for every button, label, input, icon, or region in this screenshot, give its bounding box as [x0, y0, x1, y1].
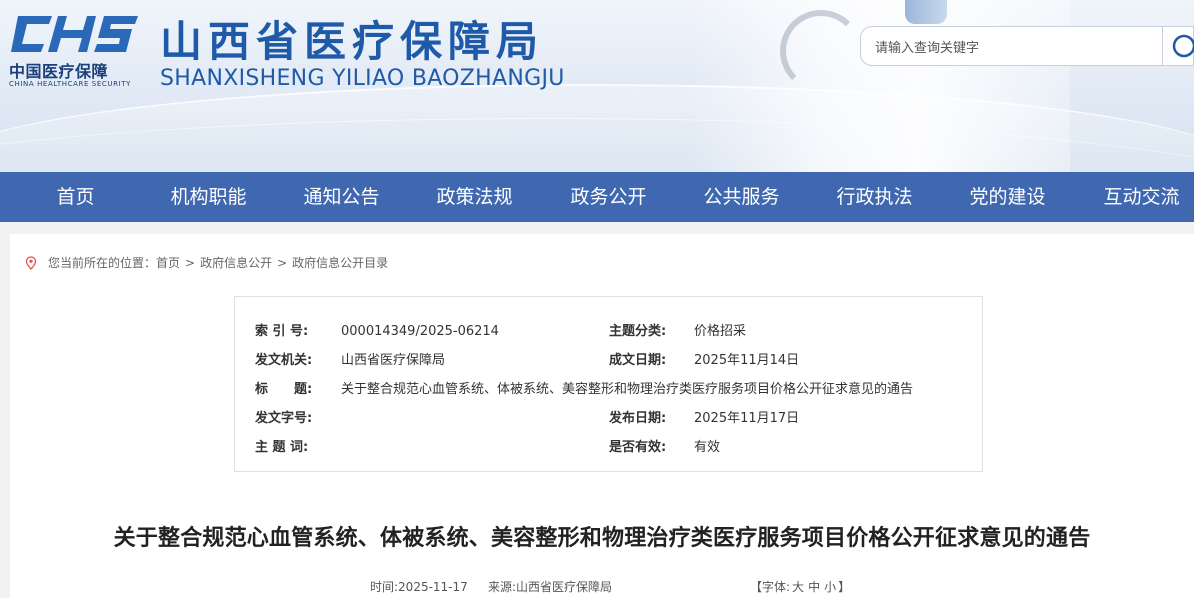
nav-item-party-building[interactable]: 党的建设: [941, 172, 1074, 222]
nav-item-law-enforcement[interactable]: 行政执法: [808, 172, 941, 222]
validity-value: 有效: [694, 440, 721, 455]
breadcrumb-separator: >: [185, 256, 196, 270]
category-value: 价格招采: [694, 324, 747, 339]
search-divider: [1162, 27, 1163, 65]
nav-item-public-service[interactable]: 公共服务: [675, 172, 808, 222]
article-source: 来源:山西省医疗保障局: [488, 580, 613, 594]
breadcrumb: 您当前所在的位置：首页 > 政府信息公开 > 政府信息公开目录: [24, 254, 388, 271]
document-number-label: 发文字号:: [255, 411, 313, 426]
font-size-medium-link[interactable]: 中: [808, 580, 820, 594]
logo-chinese-text: 中国医疗保障: [9, 62, 109, 81]
published-date-value: 2025年11月17日: [694, 411, 800, 426]
meta-row: 主 题 词: 是否有效: 有效: [235, 433, 984, 462]
article-time: 时间:2025-11-17: [370, 580, 468, 594]
document-metadata-table: 索 引 号: 000014349/2025-06214 主题分类: 价格招采 发…: [234, 296, 983, 472]
issuer-value: 山西省医疗保障局: [341, 353, 446, 368]
logo-english-text: CHINA HEALTHCARE SECURITY: [9, 80, 131, 88]
meta-row: 发文字号: 发布日期: 2025年11月17日: [235, 404, 984, 433]
nav-item-functions[interactable]: 机构职能: [142, 172, 275, 222]
category-label: 主题分类:: [609, 324, 667, 339]
validity-label: 是否有效:: [609, 440, 667, 455]
font-size-large-link[interactable]: 大: [792, 580, 804, 594]
location-pin-icon: [25, 256, 37, 270]
meta-row: 发文机关: 山西省医疗保障局 成文日期: 2025年11月14日: [235, 346, 984, 375]
stethoscope-image: [780, 10, 862, 92]
meta-row: 索 引 号: 000014349/2025-06214 主题分类: 价格招采: [235, 317, 984, 346]
chs-logo-icon[interactable]: [8, 12, 140, 56]
pen-image: [905, 0, 947, 24]
published-date-label: 发布日期:: [609, 411, 667, 426]
site-title: 山西省医疗保障局: [160, 17, 545, 66]
created-date-label: 成文日期:: [609, 353, 667, 368]
meta-row: 标 题: 关于整合规范心血管系统、体被系统、美容整形和物理治疗类医疗服务项目价格…: [235, 375, 984, 404]
font-size-small-link[interactable]: 小: [824, 580, 836, 594]
title-label: 标 题:: [255, 382, 313, 397]
index-number-value: 000014349/2025-06214: [341, 324, 499, 339]
nav-item-home[interactable]: 首页: [9, 172, 142, 222]
breadcrumb-link-gov-info-catalog[interactable]: 政府信息公开目录: [292, 256, 388, 270]
nav-item-notices[interactable]: 通知公告: [275, 172, 408, 222]
main-nav: 首页 机构职能 通知公告 政策法规 政务公开 公共服务 行政执法 党的建设 互动…: [0, 172, 1194, 222]
site-header: 中国医疗保障 CHINA HEALTHCARE SECURITY 山西省医疗保障…: [0, 0, 1194, 172]
search-box: [860, 26, 1194, 66]
nav-item-gov-affairs[interactable]: 政务公开: [542, 172, 675, 222]
article-title: 关于整合规范心血管系统、体被系统、美容整形和物理治疗类医疗服务项目价格公开征求意…: [113, 526, 1091, 551]
title-value: 关于整合规范心血管系统、体被系统、美容整形和物理治疗类医疗服务项目价格公开征求意…: [341, 382, 914, 397]
nav-item-policies[interactable]: 政策法规: [408, 172, 541, 222]
search-icon[interactable]: [1167, 32, 1194, 60]
breadcrumb-prefix: 您当前所在的位置：: [48, 256, 157, 270]
keywords-label: 主 题 词:: [255, 440, 309, 455]
nav-item-interaction[interactable]: 互动交流: [1075, 172, 1194, 222]
main-content: 您当前所在的位置：首页 > 政府信息公开 > 政府信息公开目录 索 引 号: 00001…: [10, 234, 1194, 598]
font-size-controls: 【字体: 大中小】: [750, 578, 850, 595]
font-size-prefix: 【字体:: [750, 580, 791, 594]
index-number-label: 索 引 号:: [255, 324, 309, 339]
created-date-value: 2025年11月14日: [694, 353, 800, 368]
breadcrumb-link-home[interactable]: 首页: [156, 256, 180, 270]
issuer-label: 发文机关:: [255, 353, 313, 368]
breadcrumb-separator: >: [277, 256, 288, 270]
font-size-suffix: 】: [838, 580, 851, 594]
site-subtitle: SHANXISHENG YILIAO BAOZHANGJU: [160, 66, 565, 91]
search-input[interactable]: [873, 36, 1157, 60]
breadcrumb-link-gov-info[interactable]: 政府信息公开: [200, 256, 272, 270]
